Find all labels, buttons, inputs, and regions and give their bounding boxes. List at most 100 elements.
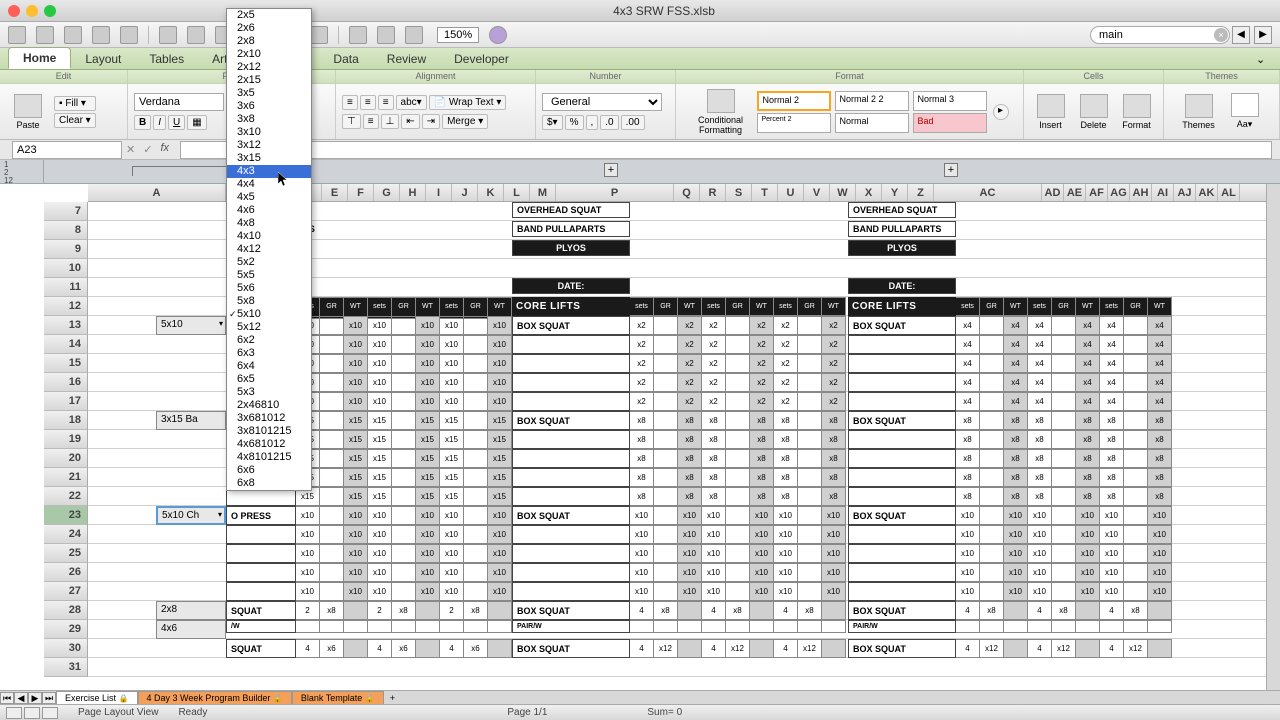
dropdown-option[interactable]: 2x46810: [227, 399, 311, 412]
dec-dec-button[interactable]: .00: [621, 115, 645, 130]
fill-button[interactable]: ▪ Fill ▾: [54, 96, 96, 111]
cell-a23[interactable]: 5x10 Ch▾: [156, 506, 226, 525]
formula-input[interactable]: [180, 141, 1272, 159]
row-header-13[interactable]: 13: [44, 316, 88, 335]
workout-block[interactable]: x10x10x10x10x10x10: [512, 544, 846, 563]
row-header-22[interactable]: 22: [44, 487, 88, 506]
col-header-P[interactable]: P: [556, 184, 674, 201]
row-header-29[interactable]: 29: [44, 620, 88, 639]
col-header-E[interactable]: E: [322, 184, 348, 201]
outline-level-2[interactable]: 2: [0, 168, 43, 176]
dropdown-option[interactable]: 5x3: [227, 386, 311, 399]
style-normal22[interactable]: Normal 2 2: [835, 91, 909, 111]
dropdown-option[interactable]: 5x12: [227, 321, 311, 334]
home-icon[interactable]: [8, 26, 26, 44]
workout-block[interactable]: x8x8x8x8x8x8: [848, 430, 1172, 449]
dropdown-option[interactable]: 4x6: [227, 204, 311, 217]
workout-block[interactable]: Box Squat4x124x124x12: [848, 639, 1172, 658]
workout-block[interactable]: Box Squat4x84x84x8: [848, 601, 1172, 620]
workout-block[interactable]: x8x8x8x8x8x8: [512, 487, 846, 506]
col-header-M[interactable]: M: [530, 184, 556, 201]
bold-button[interactable]: B: [134, 115, 151, 130]
dropdown-option[interactable]: 4x12: [227, 243, 311, 256]
add-sheet-button[interactable]: +: [384, 693, 401, 703]
tab-home[interactable]: Home: [8, 47, 71, 69]
workout-block[interactable]: Core LiftssetsGRWTsetsGRWTsetsGRWT: [848, 297, 1172, 316]
col-header-I[interactable]: I: [426, 184, 452, 201]
row-header-14[interactable]: 14: [44, 335, 88, 354]
dropdown-option[interactable]: 6x5: [227, 373, 311, 386]
row-header-7[interactable]: 7: [44, 202, 88, 221]
sheet-first-button[interactable]: ⏮: [0, 692, 14, 704]
merge-button[interactable]: Merge ▾: [442, 114, 488, 129]
underline-button[interactable]: U: [168, 115, 185, 130]
indent-dec-button[interactable]: ⇤: [401, 114, 419, 129]
comma-button[interactable]: ,: [586, 115, 599, 130]
col-header-Y[interactable]: Y: [882, 184, 908, 201]
row-header-21[interactable]: 21: [44, 468, 88, 487]
paste-button[interactable]: Paste: [6, 94, 50, 130]
copy-icon[interactable]: [187, 26, 205, 44]
insert-cells-button[interactable]: Insert: [1030, 88, 1071, 135]
row-header-15[interactable]: 15: [44, 354, 88, 373]
new-icon[interactable]: [64, 26, 82, 44]
dropdown-option[interactable]: 3x8: [227, 113, 311, 126]
row-header-27[interactable]: 27: [44, 582, 88, 601]
dropdown-option[interactable]: 3x5: [227, 87, 311, 100]
workout-block[interactable]: Overhead Squat: [848, 202, 956, 218]
number-format-select[interactable]: General: [542, 93, 662, 111]
col-header-K[interactable]: K: [478, 184, 504, 201]
themes-button[interactable]: Themes: [1177, 88, 1221, 135]
col-header-J[interactable]: J: [452, 184, 478, 201]
col-header-S[interactable]: S: [726, 184, 752, 201]
workout-block[interactable]: Pair/W: [848, 620, 1172, 633]
tab-tables[interactable]: Tables: [135, 49, 198, 69]
dropdown-option[interactable]: 2x8: [227, 35, 311, 48]
orientation-button[interactable]: abc▾: [396, 95, 427, 110]
col-header-AD[interactable]: AD: [1042, 184, 1064, 201]
workout-block[interactable]: x10x10x10x10x10x10: [512, 582, 846, 601]
workout-block[interactable]: Pair/W: [512, 620, 846, 633]
row-header-31[interactable]: 31: [44, 658, 88, 677]
col-header-AC[interactable]: AC: [934, 184, 1042, 201]
dropdown-option[interactable]: 5x2: [227, 256, 311, 269]
workout-block[interactable]: x10x10x10x10x10x10: [512, 525, 846, 544]
tab-developer[interactable]: Developer: [440, 49, 523, 69]
dropdown-option[interactable]: 3x681012: [227, 412, 311, 425]
workout-block[interactable]: x10x10x10x10x10x10: [848, 525, 1172, 544]
workout-block[interactable]: x10x10x10x10x10x10: [512, 563, 846, 582]
workout-block[interactable]: x8x8x8x8x8x8: [512, 449, 846, 468]
row-header-23[interactable]: 23: [44, 506, 88, 525]
workout-block[interactable]: Plyos: [512, 240, 630, 256]
cancel-formula-icon[interactable]: ✕: [126, 143, 135, 156]
dropdown-option[interactable]: 2x15: [227, 74, 311, 87]
page-layout-view-button[interactable]: [24, 707, 40, 719]
workout-block[interactable]: Box Squatx8x8x8x8x8x8: [848, 411, 1172, 430]
style-normal2[interactable]: Normal 2: [757, 91, 831, 111]
tab-layout[interactable]: Layout: [71, 49, 135, 69]
workout-block[interactable]: x2x2x2x2x2x2: [512, 335, 846, 354]
clear-search-icon[interactable]: ×: [1214, 28, 1228, 42]
style-normal[interactable]: Normal: [835, 113, 909, 133]
dropdown-option[interactable]: 3x10: [227, 126, 311, 139]
format-cells-button[interactable]: Format: [1116, 88, 1157, 135]
col-header-V[interactable]: V: [804, 184, 830, 201]
fx-icon[interactable]: [349, 26, 367, 44]
col-header-AK[interactable]: AK: [1196, 184, 1218, 201]
workout-block[interactable]: Box Squat4x84x84x8: [512, 601, 846, 620]
workout-block[interactable]: x2x2x2x2x2x2: [512, 354, 846, 373]
search-next-button[interactable]: ▶: [1254, 26, 1272, 44]
align-center-button[interactable]: ≡: [360, 95, 376, 110]
cell-dropdown-list[interactable]: 2x52x62x82x102x122x153x53x63x83x103x123x…: [226, 8, 312, 491]
workout-block[interactable]: x2x2x2x2x2x2: [512, 392, 846, 411]
dropdown-option[interactable]: 5x6: [227, 282, 311, 295]
row-header-25[interactable]: 25: [44, 544, 88, 563]
conditional-formatting-button[interactable]: Conditional Formatting: [691, 89, 751, 135]
dropdown-option[interactable]: 3x8101215: [227, 425, 311, 438]
align-left-button[interactable]: ≡: [342, 95, 358, 110]
dropdown-option[interactable]: 6x8: [227, 477, 311, 490]
close-icon[interactable]: [8, 5, 20, 17]
dropdown-option[interactable]: 2x5: [227, 9, 311, 22]
workout-block[interactable]: x10x10x10x10x10x10: [226, 525, 512, 544]
workout-block[interactable]: Box Squatx8x8x8x8x8x8: [512, 411, 846, 430]
